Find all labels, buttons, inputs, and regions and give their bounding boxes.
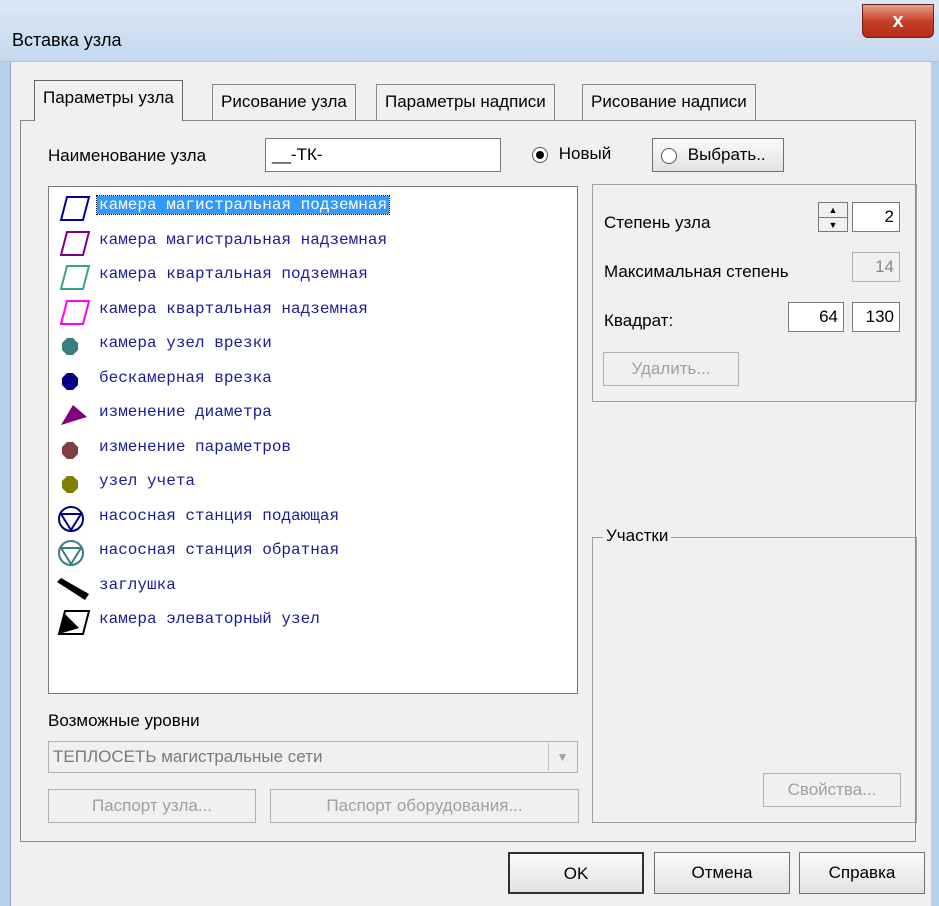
parallelogram-outline-icon	[53, 263, 93, 291]
hexagon-filled-icon	[53, 332, 93, 360]
degree-spinner[interactable]: ▲ ▼	[818, 202, 848, 232]
radio-new[interactable]: Новый	[532, 144, 611, 164]
list-item[interactable]: камера квартальная подземная	[49, 260, 577, 294]
radio-new-label: Новый	[558, 144, 612, 163]
delete-button[interactable]: Удалить...	[603, 352, 739, 386]
max-degree-label: Максимальная степень	[604, 262, 789, 281]
list-item-label: камера магистральная подземная	[95, 195, 391, 215]
list-item[interactable]: насосная станция обратная	[49, 536, 577, 570]
max-degree-field: 14	[852, 252, 900, 282]
node-type-list[interactable]: камера магистральная подземная камера маг…	[48, 186, 578, 694]
parallelogram-outline-icon	[53, 298, 93, 326]
list-item-label: изменение диаметра	[99, 403, 272, 421]
tab-label-parameters[interactable]: Параметры надписи	[376, 84, 555, 120]
ok-button[interactable]: OK	[508, 852, 644, 894]
list-item[interactable]: заглушка	[49, 571, 577, 605]
list-item[interactable]: камера элеваторный узел	[49, 605, 577, 639]
hexagon-filled-icon	[53, 436, 93, 464]
list-item-label: насосная станция подающая	[99, 506, 340, 525]
list-item-label: камера элеваторный узел	[99, 610, 320, 628]
node-name-label: Наименование узла	[48, 146, 207, 165]
list-item-label: камера магистральная надземная	[99, 230, 388, 249]
plug-filled-icon	[53, 574, 93, 602]
list-item[interactable]: изменение диаметра	[49, 398, 577, 432]
radio-select-label: Выбрать..	[687, 145, 766, 164]
levels-combobox[interactable]: ТЕПЛОСЕТЬ магистральные сети	[48, 741, 578, 773]
list-item-label: заглушка	[99, 575, 176, 594]
chevron-down-icon[interactable]: ▼	[548, 743, 576, 771]
close-button[interactable]: x	[862, 4, 934, 38]
elevator-chamber-icon	[53, 608, 93, 636]
levels-label: Возможные уровни	[48, 711, 200, 730]
list-item-label: узел учета	[99, 472, 196, 490]
list-item-label: камера квартальная надземная	[99, 299, 368, 318]
list-item[interactable]: насосная станция подающая	[49, 502, 577, 536]
pump-circle-icon	[53, 539, 93, 567]
list-item[interactable]: камера магистральная подземная	[49, 191, 577, 225]
list-item[interactable]: узел учета	[49, 467, 577, 501]
list-item[interactable]: камера квартальная надземная	[49, 295, 577, 329]
list-item-label: изменение параметров	[99, 437, 292, 456]
tab-node-drawing[interactable]: Рисование узла	[212, 84, 356, 120]
degree-label: Степень узла	[604, 213, 711, 232]
list-item[interactable]: бескамерная врезка	[49, 364, 577, 398]
list-item-label: бескамерная врезка	[99, 368, 272, 387]
node-passport-button[interactable]: Паспорт узла...	[48, 789, 256, 823]
list-item-label: насосная станция обратная	[99, 541, 340, 559]
pump-circle-icon	[53, 505, 93, 533]
list-item-label: камера узел врезки	[99, 334, 272, 352]
parallelogram-outline-icon	[53, 194, 93, 222]
window-title: Вставка узла	[12, 30, 122, 50]
tab-node-parameters[interactable]: Параметры узла	[34, 80, 183, 121]
radio-new-indicator	[532, 146, 548, 163]
help-button[interactable]: Справка	[799, 852, 925, 894]
properties-button[interactable]: Свойства...	[763, 773, 901, 807]
cancel-button[interactable]: Отмена	[654, 852, 790, 894]
list-item[interactable]: камера магистральная надземная	[49, 226, 577, 260]
sections-label: Участки	[603, 526, 672, 546]
list-item-label: камера квартальная подземная	[99, 265, 368, 283]
spin-up-icon[interactable]: ▲	[819, 203, 847, 218]
square-x-input[interactable]: 64	[788, 302, 844, 332]
degree-input[interactable]: 2	[852, 202, 900, 232]
tab-label-drawing[interactable]: Рисование надписи	[582, 84, 756, 120]
square-y-input[interactable]: 130	[852, 302, 900, 332]
equipment-passport-button[interactable]: Паспорт оборудования...	[270, 789, 579, 823]
hexagon-filled-icon	[53, 470, 93, 498]
radio-select-button[interactable]: Выбрать..	[652, 138, 784, 172]
spin-down-icon[interactable]: ▼	[819, 218, 847, 232]
parallelogram-outline-icon	[53, 229, 93, 257]
list-item[interactable]: камера узел врезки	[49, 329, 577, 363]
radio-select-indicator	[661, 147, 677, 164]
node-name-input[interactable]: __-ТК-	[265, 138, 501, 172]
triangle-right-filled-icon	[53, 401, 93, 429]
hexagon-filled-icon	[53, 367, 93, 395]
list-item[interactable]: изменение параметров	[49, 433, 577, 467]
square-label: Квадрат:	[604, 311, 674, 330]
title-bar[interactable]: Вставка узла x	[0, 0, 939, 62]
